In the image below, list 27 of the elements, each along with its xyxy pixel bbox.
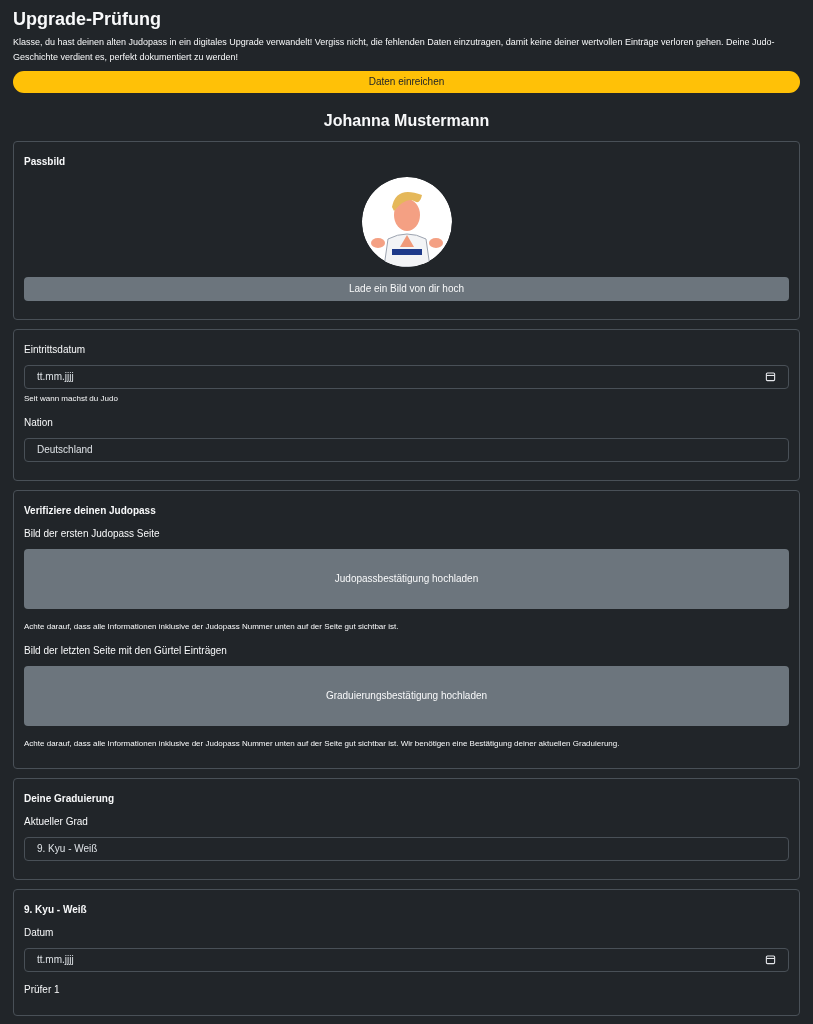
calendar-icon[interactable]: [765, 371, 776, 382]
field-label: Aktueller Grad: [24, 814, 89, 829]
field-label: Nation: [24, 415, 54, 430]
card-heading: Deine Graduierung: [24, 791, 115, 806]
date-field[interactable]: tt.mm.jjjj: [24, 947, 789, 972]
submit-button[interactable]: Daten einreichen: [13, 70, 800, 93]
card-heading: 9. Kyu - Weiß: [24, 902, 88, 917]
field-label: Prüfer 1: [24, 982, 61, 997]
page-title: Upgrade-Prüfung: [13, 8, 162, 31]
calendar-icon[interactable]: [765, 954, 776, 965]
card-heading: Passbild: [24, 154, 67, 169]
field-hint: Achte darauf, dass alle Informationen inklusive der Judopass Nummer unten auf der Seite gut sichtbar ist.: [24, 620, 400, 633]
upload-button[interactable]: Graduierungsbestätigung hochladen: [24, 665, 789, 726]
card-heading: Verifiziere deinen Judopass: [24, 503, 157, 518]
text-field[interactable]: 9. Kyu - Weiß: [24, 836, 789, 861]
profile-name: Johanna Mustermann: [322, 110, 491, 131]
field-hint: Seit wann machst du Judo: [24, 392, 119, 405]
field-label: Bild der letzten Seite mit den Gürtel Einträgen: [24, 643, 228, 658]
upload-button[interactable]: Lade ein Bild von dir hoch: [24, 276, 789, 301]
date-field[interactable]: tt.mm.jjjj: [24, 364, 789, 389]
field-label: Eintrittsdatum: [24, 342, 87, 357]
field-hint: Achte darauf, dass alle Informationen inklusive der Judopass Nummer unten auf der Seite gut sichtbar ist. Wir benötigen eine Bestätigung deiner aktuellen Graduierung.: [24, 737, 621, 750]
text-field[interactable]: Deutschland: [24, 437, 789, 462]
upload-button[interactable]: Judopassbestätigung hochladen: [24, 548, 789, 609]
intro-text: Klasse, du hast deinen alten Judopass in ein digitales Upgrade verwandelt! Vergiss nicht, die fehlenden Daten einzutragen, damit keine deiner wertvollen Einträge verloren gehen. Deine Judo-Geschichte verdient es, perfekt dokumentiert zu werden!: [13, 35, 776, 64]
field-label: Bild der ersten Judopass Seite: [24, 526, 161, 541]
field-label: Datum: [24, 925, 55, 940]
